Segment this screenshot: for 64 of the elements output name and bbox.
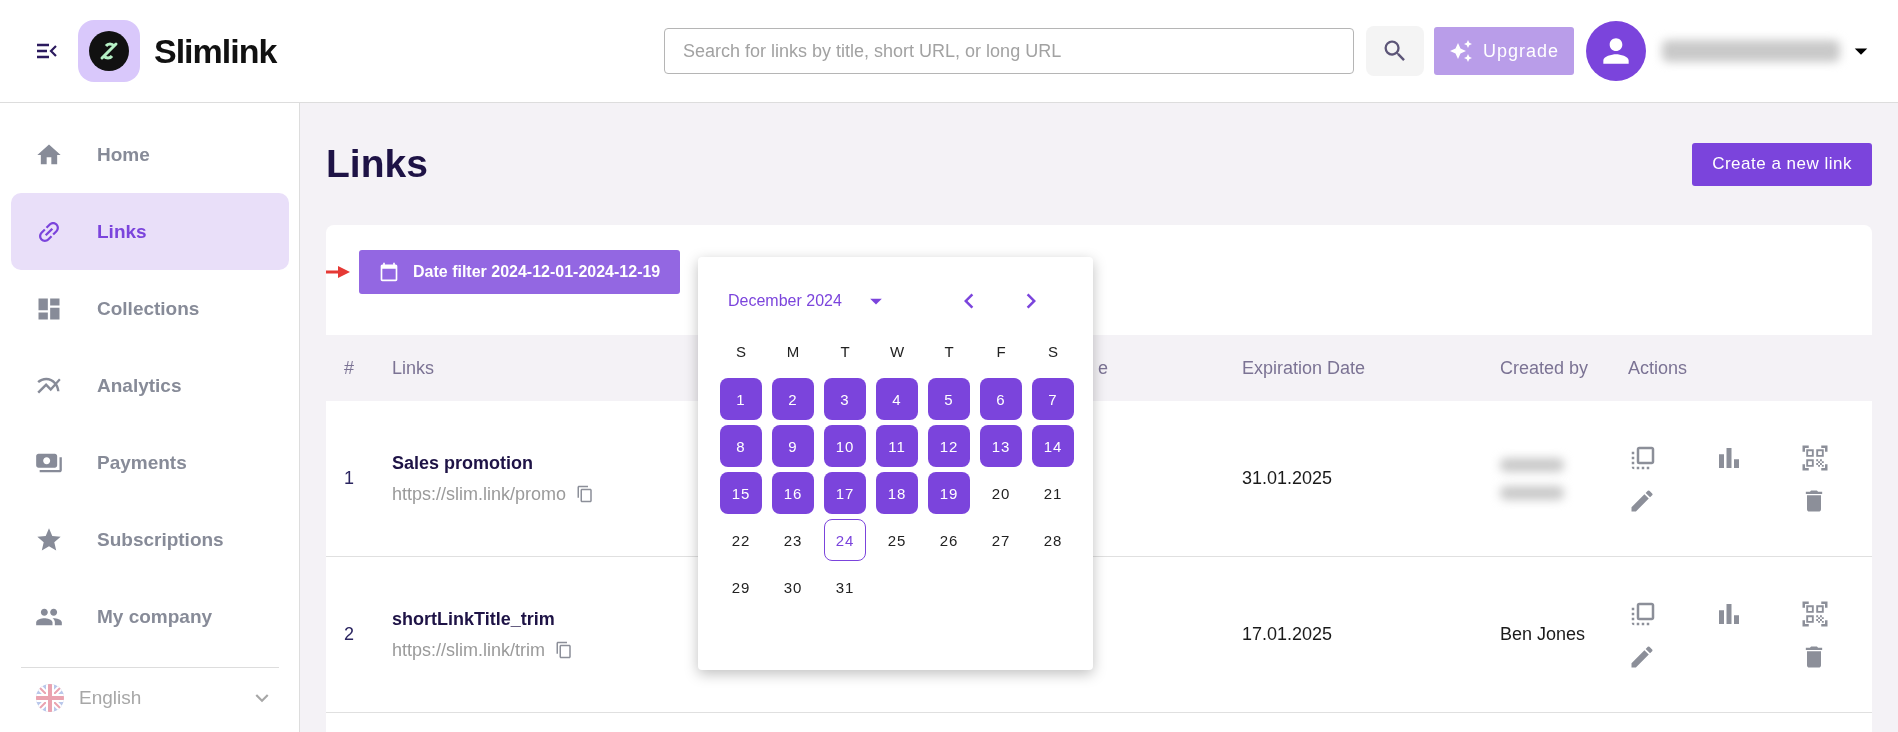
- expiration-date: 31.01.2025: [1242, 468, 1333, 489]
- create-link-button[interactable]: Create a new link: [1692, 142, 1872, 186]
- calendar-day[interactable]: 19: [928, 472, 970, 514]
- expiration-date: 17.01.2025: [1242, 624, 1333, 645]
- flag-icon: [35, 683, 65, 713]
- creator-name: Ben Jones: [1500, 624, 1586, 645]
- calendar-icon: [379, 262, 399, 282]
- calendar-day[interactable]: 7: [1032, 378, 1074, 420]
- calendar-day[interactable]: 24: [824, 519, 866, 561]
- sparkles-icon: [1448, 39, 1473, 63]
- calendar-day[interactable]: 12: [928, 425, 970, 467]
- sidebar-item[interactable]: Links: [11, 193, 289, 270]
- calendar-day[interactable]: 1: [720, 378, 762, 420]
- month-label: December 2024: [728, 292, 842, 310]
- calendar-day[interactable]: 2: [772, 378, 814, 420]
- column-header: Created by: [1500, 335, 1628, 401]
- row-number: 1: [344, 468, 354, 489]
- menu-icon[interactable]: [36, 42, 58, 60]
- calendar-day[interactable]: 9: [772, 425, 814, 467]
- calendar-day[interactable]: 13: [980, 425, 1022, 467]
- calendar-day[interactable]: 15: [720, 472, 762, 514]
- weekday-label: S: [735, 341, 747, 362]
- calendar-day[interactable]: 8: [720, 425, 762, 467]
- calendar-day[interactable]: 6: [980, 378, 1022, 420]
- calendar-day[interactable]: 16: [772, 472, 814, 514]
- link-title[interactable]: Sales promotion: [392, 452, 595, 474]
- page-title: Links: [326, 142, 428, 186]
- avatar[interactable]: [1586, 21, 1646, 81]
- column-header: Expiration Date: [1242, 335, 1500, 401]
- blurred-name: [1500, 485, 1564, 500]
- calendar-day[interactable]: 5: [928, 378, 970, 420]
- sidebar-item[interactable]: Analytics: [11, 347, 289, 424]
- calendar-day[interactable]: 3: [824, 378, 866, 420]
- date-filter-button[interactable]: Date filter 2024-12-01-2024-12-19: [359, 250, 681, 294]
- sidebar-item[interactable]: My company: [11, 578, 289, 655]
- column-header: #: [326, 335, 392, 401]
- weekday-label: T: [839, 341, 851, 362]
- short-url[interactable]: https://slim.link/trim: [392, 639, 546, 661]
- calendar-day[interactable]: 14: [1032, 425, 1074, 467]
- weekday-label: T: [943, 341, 955, 362]
- link-title[interactable]: shortLinkTitle_trim: [392, 608, 574, 630]
- calendar-day[interactable]: 10: [824, 425, 866, 467]
- blurred-name: [1500, 457, 1564, 472]
- calendar-day[interactable]: 17: [824, 472, 866, 514]
- sidebar-item[interactable]: Payments: [11, 424, 289, 501]
- sidebar-item[interactable]: Home: [11, 116, 289, 193]
- short-url[interactable]: https://slim.link/promo: [392, 483, 567, 505]
- sidebar-item[interactable]: Collections: [11, 270, 289, 347]
- calendar-day[interactable]: 18: [876, 472, 918, 514]
- row-number: 2: [344, 624, 354, 645]
- logo-icon: [76, 18, 142, 84]
- weekday-label: S: [1047, 341, 1059, 362]
- weekday-label: F: [995, 341, 1007, 362]
- brand-name: Slimlink: [154, 31, 277, 71]
- search-field[interactable]: Search for links by title, short URL, or long URL: [664, 28, 1354, 74]
- calendar-day[interactable]: 11: [876, 425, 918, 467]
- weekday-label: W: [888, 341, 906, 362]
- copy-icon[interactable]: [555, 641, 574, 659]
- search-button[interactable]: [1366, 26, 1424, 76]
- column-header: Actions: [1628, 335, 1872, 401]
- copy-icon[interactable]: [576, 485, 595, 503]
- weekday-label: M: [785, 341, 801, 362]
- calendar-day[interactable]: 4: [876, 378, 918, 420]
- sidebar-item[interactable]: Subscriptions: [11, 501, 289, 578]
